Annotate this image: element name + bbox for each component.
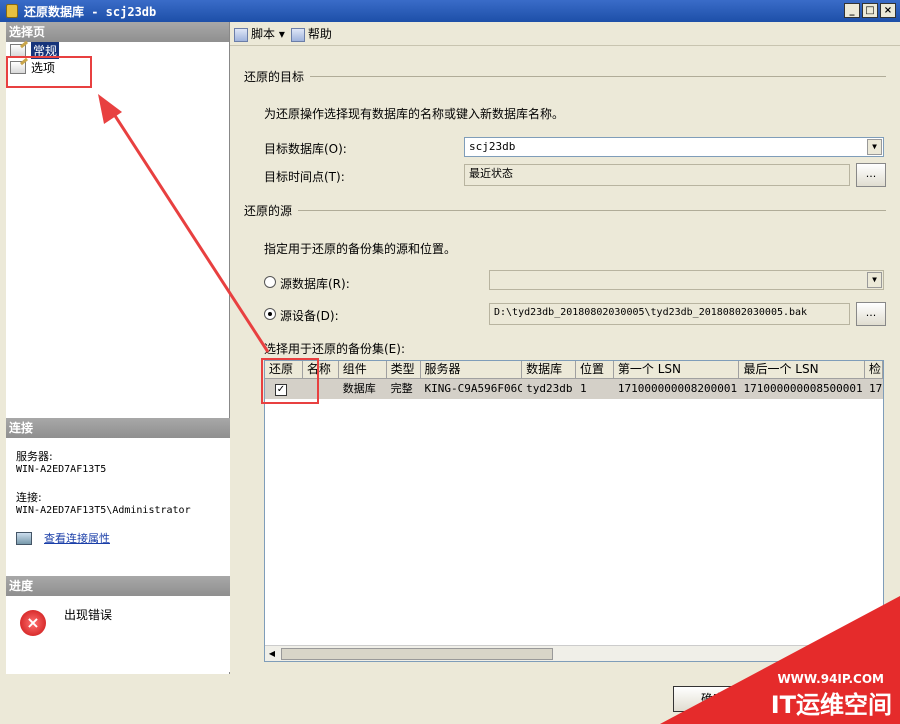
row-position: 1 bbox=[580, 382, 587, 395]
source-device-path[interactable]: D:\tyd23db_20180802030005\tyd23db_201808… bbox=[489, 303, 850, 325]
col-database[interactable]: 数据库 bbox=[522, 361, 576, 379]
help-icon bbox=[290, 27, 305, 42]
connection-properties-icon bbox=[16, 531, 32, 545]
close-button[interactable]: × bbox=[880, 3, 896, 18]
row-server: KING-C9A596F06C bbox=[424, 382, 523, 395]
row-type: 完整 bbox=[390, 382, 413, 395]
server-value: WIN-A2ED7AF13T5 bbox=[16, 464, 107, 475]
scrollbar-thumb[interactable] bbox=[281, 648, 553, 660]
target-group-title: 还原的目标 bbox=[244, 68, 886, 85]
col-type[interactable]: 类型 bbox=[386, 361, 421, 379]
table-row[interactable]: ✓ 数据库 完整 KING-C9A596F06C tyd23db 1 17100… bbox=[265, 379, 883, 399]
target-time-browse-button[interactable]: ... bbox=[856, 163, 886, 187]
progress-header: 进度 bbox=[6, 576, 230, 596]
source-db-select[interactable]: ▼ bbox=[489, 270, 884, 290]
col-server[interactable]: 服务器 bbox=[420, 361, 523, 379]
row-last-lsn: 171000000008500001 bbox=[743, 382, 863, 395]
select-page-header: 选择页 bbox=[6, 22, 229, 42]
connection-section: 连接 服务器: WIN-A2ED7AF13T5 连接: WIN-A2ED7AF1… bbox=[6, 418, 230, 672]
database-icon bbox=[6, 4, 18, 18]
window-title: 还原数据库 - scj23db bbox=[24, 4, 157, 19]
toolbar: 脚本 ▾ 帮助 bbox=[230, 22, 900, 46]
row-first-lsn: 171000000008200001 bbox=[617, 382, 738, 395]
col-check[interactable]: 检 bbox=[865, 361, 883, 379]
watermark-url: WWW.94IP.COM bbox=[777, 672, 884, 686]
target-db-value: scj23db bbox=[469, 140, 516, 153]
backupsets-label: 选择用于还原的备份集(E): bbox=[264, 342, 405, 356]
script-button[interactable]: 脚本 ▾ bbox=[234, 25, 285, 42]
view-connection-properties-link[interactable]: 查看连接属性 bbox=[44, 530, 110, 546]
source-group-label: 还原的源 bbox=[244, 204, 293, 218]
source-instruction: 指定用于还原的备份集的源和位置。 bbox=[264, 242, 457, 256]
connection-header: 连接 bbox=[6, 418, 230, 438]
chevron-down-icon: ▼ bbox=[867, 272, 882, 288]
progress-status: 出现错误 bbox=[64, 608, 113, 622]
target-time-field[interactable]: 最近状态 bbox=[464, 164, 850, 186]
source-device-label: 源设备(D): bbox=[280, 309, 339, 323]
script-icon bbox=[234, 27, 248, 42]
annotation-box-options bbox=[6, 56, 92, 88]
source-device-browse-button[interactable]: ... bbox=[856, 302, 886, 326]
target-instruction: 为还原操作选择现有数据库的名称或键入新数据库名称。 bbox=[264, 107, 565, 121]
source-device-radio[interactable] bbox=[264, 308, 276, 320]
connection-value: WIN-A2ED7AF13T5\Administrator bbox=[16, 505, 191, 516]
col-component[interactable]: 组件 bbox=[338, 361, 387, 379]
title-bar: 还原数据库 - scj23db _ □ × bbox=[0, 0, 900, 22]
target-time-label: 目标时间点(T): bbox=[264, 170, 345, 184]
help-label: 帮助 bbox=[307, 27, 332, 41]
source-db-label: 源数据库(R): bbox=[280, 277, 350, 291]
scroll-left-icon[interactable]: ◀ bbox=[266, 648, 278, 660]
watermark-title: IT运维空间 bbox=[770, 691, 892, 719]
maximize-button[interactable]: □ bbox=[862, 3, 878, 18]
server-label: 服务器: bbox=[16, 450, 53, 463]
target-db-label: 目标数据库(O): bbox=[264, 142, 347, 156]
row-component: 数据库 bbox=[342, 382, 376, 395]
row-database: tyd23db bbox=[526, 382, 573, 395]
col-position[interactable]: 位置 bbox=[576, 361, 614, 379]
row-check: 17 bbox=[869, 382, 883, 395]
target-group-label: 还原的目标 bbox=[244, 70, 305, 84]
minimize-button[interactable]: _ bbox=[844, 3, 860, 18]
help-button[interactable]: 帮助 bbox=[290, 25, 332, 42]
col-last-lsn[interactable]: 最后一个 LSN bbox=[739, 361, 866, 379]
chevron-down-icon: ▼ bbox=[867, 139, 882, 155]
source-db-radio[interactable] bbox=[264, 276, 276, 288]
col-first-lsn[interactable]: 第一个 LSN bbox=[613, 361, 740, 379]
connection-label: 连接: bbox=[16, 491, 42, 504]
annotation-box-restore-column bbox=[261, 358, 319, 404]
target-db-select[interactable]: scj23db ▼ bbox=[464, 137, 884, 157]
script-label: 脚本 bbox=[251, 27, 276, 41]
error-icon: × bbox=[20, 610, 46, 636]
backupsets-grid[interactable]: 还原 名称 组件 类型 服务器 数据库 位置 第一个 LSN 最后一个 LSN … bbox=[264, 360, 884, 662]
grid-header: 还原 名称 组件 类型 服务器 数据库 位置 第一个 LSN 最后一个 LSN … bbox=[265, 361, 883, 379]
source-group-title: 还原的源 bbox=[244, 202, 886, 219]
